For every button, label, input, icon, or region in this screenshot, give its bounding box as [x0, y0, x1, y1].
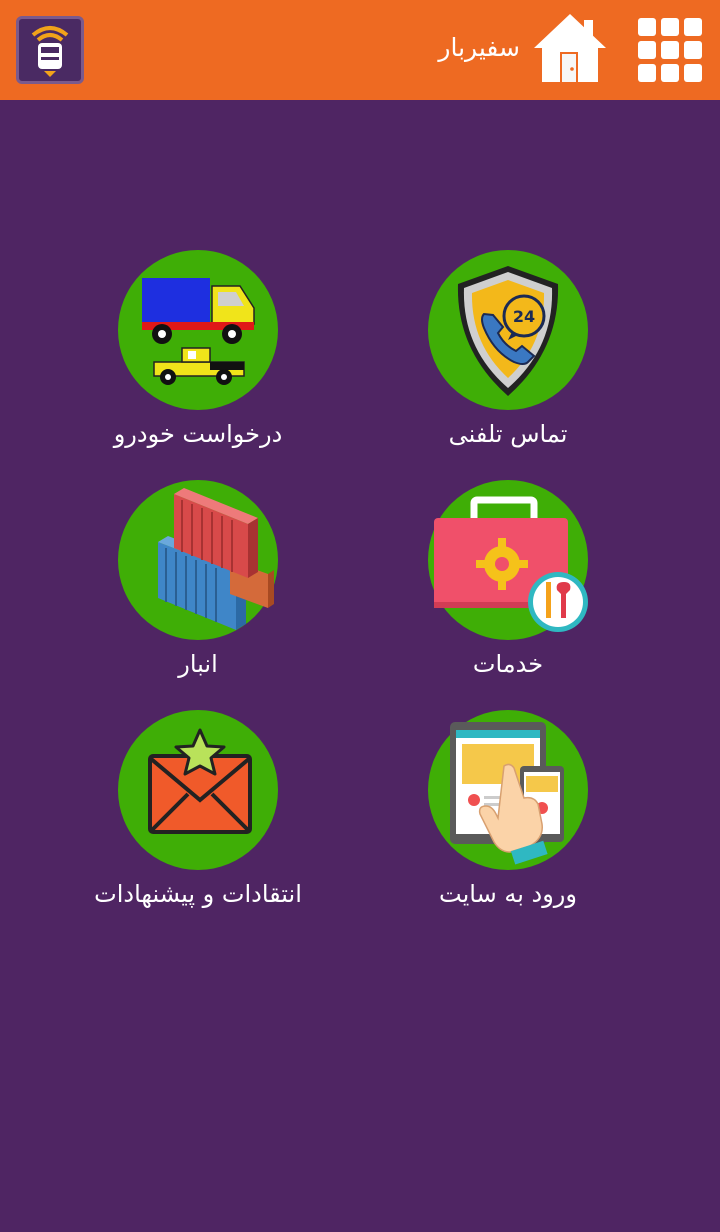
tile-label: درخواست خودرو — [113, 420, 283, 448]
tile-circle — [428, 710, 588, 870]
truck-signal-icon[interactable] — [16, 16, 84, 84]
tile-vehicle-request[interactable]: درخواست خودرو — [78, 250, 318, 450]
grid-cell — [661, 64, 679, 82]
grid-menu-icon[interactable] — [638, 18, 702, 82]
tile-label: انبار — [178, 650, 218, 678]
home-icon[interactable] — [532, 12, 608, 86]
envelope-star-icon — [148, 728, 252, 834]
grid-cell — [684, 41, 702, 59]
tile-circle — [118, 250, 278, 410]
trucks-icon — [142, 278, 255, 385]
tile-label: تماس تلفنی — [448, 420, 568, 448]
grid-cell — [661, 18, 679, 36]
grid-cell — [684, 18, 702, 36]
grid-cell — [638, 18, 656, 36]
tile-label: انتقادات و پیشنهادات — [94, 880, 302, 908]
tile-circle — [428, 480, 588, 640]
tile-circle — [118, 480, 278, 640]
app-title: سفیربار — [438, 33, 520, 62]
website-touch-icon — [450, 722, 564, 865]
tile-feedback[interactable]: انتقادات و پیشنهادات — [78, 710, 318, 910]
grid-cell — [684, 64, 702, 82]
grid-cell — [638, 64, 656, 82]
phone-support-24-icon: 24 — [457, 266, 559, 396]
tile-warehouse[interactable]: انبار — [78, 480, 318, 680]
tile-label: خدمات — [472, 650, 544, 678]
tile-website-login[interactable]: ورود به سایت — [388, 710, 628, 910]
tile-label: ورود به سایت — [439, 880, 577, 908]
tile-circle — [118, 710, 278, 870]
tile-circle: 24 — [428, 250, 588, 410]
containers-icon — [158, 488, 274, 630]
svg-text:24: 24 — [513, 307, 535, 326]
top-app-bar: سفیربار — [0, 0, 720, 100]
grid-cell — [661, 41, 679, 59]
grid-cell — [638, 41, 656, 59]
tile-services[interactable]: خدمات — [388, 480, 628, 680]
tile-phone-contact[interactable]: 24 تماس تلفنی — [388, 250, 628, 450]
toolbox-icon — [434, 496, 588, 632]
